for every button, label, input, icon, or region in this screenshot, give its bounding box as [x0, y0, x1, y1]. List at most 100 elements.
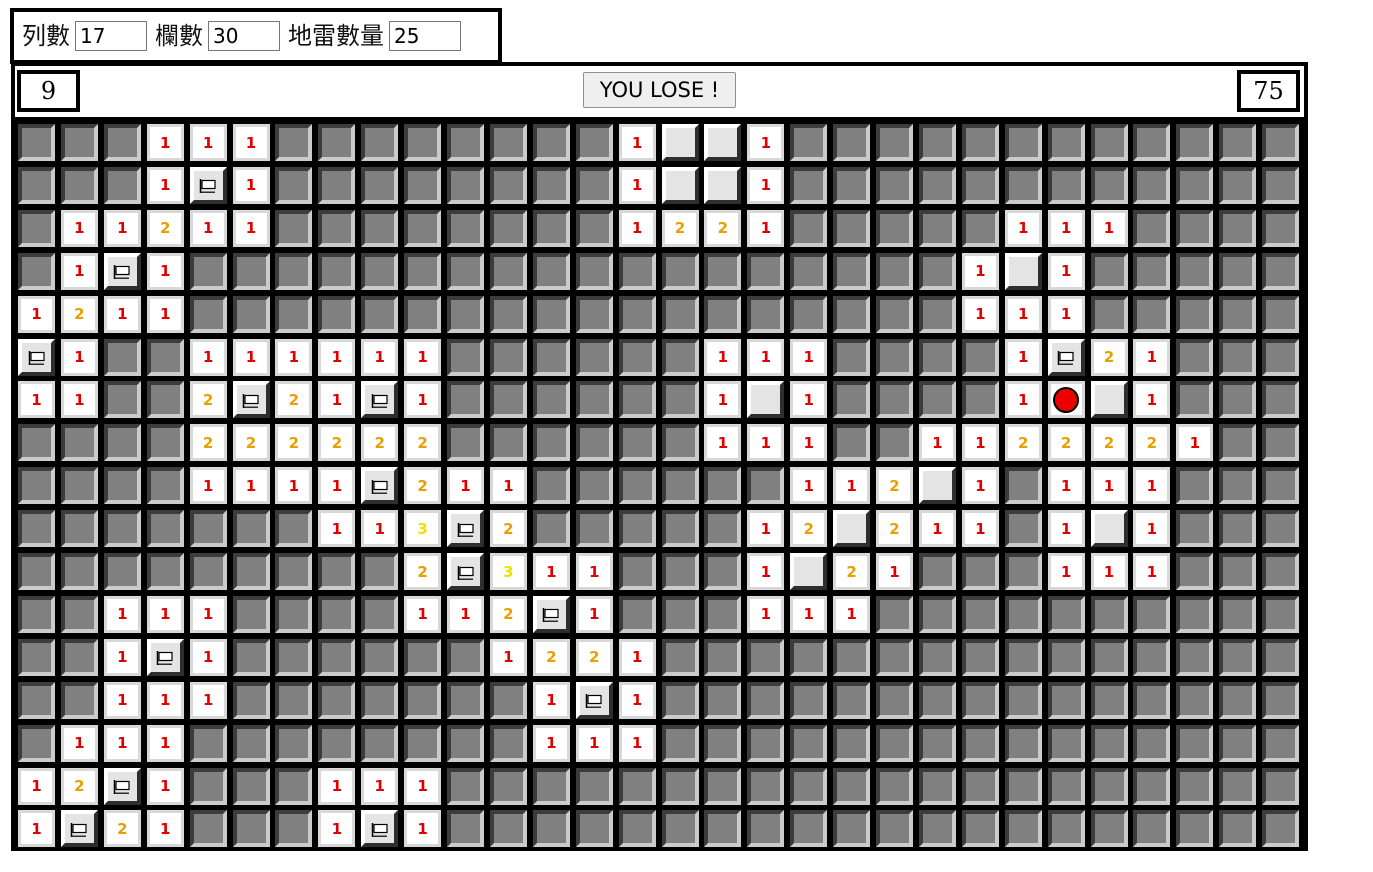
number-cell[interactable]: 2 [146, 209, 184, 247]
hidden-cell[interactable] [146, 338, 184, 376]
number-cell[interactable]: 2 [704, 209, 742, 247]
hidden-cell[interactable] [60, 510, 98, 548]
hidden-cell[interactable] [1004, 467, 1042, 505]
number-cell[interactable]: 2 [1090, 338, 1128, 376]
hidden-cell[interactable] [661, 467, 699, 505]
hidden-cell[interactable] [1262, 810, 1300, 848]
hidden-cell[interactable] [1004, 595, 1042, 633]
hidden-cell[interactable] [790, 295, 828, 333]
number-cell[interactable]: 1 [232, 209, 270, 247]
number-cell[interactable]: 2 [60, 767, 98, 805]
hidden-cell[interactable] [189, 553, 227, 590]
hidden-cell[interactable] [532, 810, 570, 848]
hidden-cell[interactable] [404, 124, 442, 161]
hidden-cell[interactable] [489, 767, 527, 805]
number-cell[interactable]: 1 [1176, 424, 1214, 462]
hidden-cell[interactable] [661, 553, 699, 590]
number-cell[interactable]: 1 [1133, 381, 1171, 419]
hidden-cell[interactable] [1262, 638, 1300, 676]
hidden-cell[interactable] [704, 595, 742, 633]
hidden-cell[interactable] [103, 467, 141, 505]
flagged-cell[interactable] [1047, 338, 1085, 376]
number-cell[interactable]: 1 [232, 124, 270, 161]
hidden-cell[interactable] [1176, 724, 1214, 762]
number-cell[interactable]: 1 [618, 724, 656, 762]
number-cell[interactable]: 1 [60, 724, 98, 762]
number-cell[interactable]: 1 [618, 681, 656, 719]
number-cell[interactable]: 1 [961, 510, 999, 548]
hidden-cell[interactable] [232, 767, 270, 805]
hidden-cell[interactable] [876, 166, 913, 204]
hidden-cell[interactable] [918, 553, 956, 590]
hidden-cell[interactable] [318, 724, 356, 762]
number-cell[interactable]: 1 [189, 595, 227, 633]
hidden-cell[interactable] [833, 338, 871, 376]
number-cell[interactable]: 1 [1090, 209, 1128, 247]
hidden-cell[interactable] [833, 724, 871, 762]
hidden-cell[interactable] [189, 767, 227, 805]
hidden-cell[interactable] [532, 338, 570, 376]
hidden-cell[interactable] [404, 166, 442, 204]
flagged-cell[interactable] [103, 767, 141, 805]
hidden-cell[interactable] [661, 595, 699, 633]
number-cell[interactable]: 1 [1047, 209, 1085, 247]
hidden-cell[interactable] [275, 810, 313, 848]
number-cell[interactable]: 1 [318, 467, 356, 505]
hidden-cell[interactable] [876, 724, 913, 762]
number-cell[interactable]: 1 [146, 295, 184, 333]
hidden-cell[interactable] [1004, 510, 1042, 548]
number-cell[interactable]: 1 [747, 338, 785, 376]
hidden-cell[interactable] [961, 724, 999, 762]
hidden-cell[interactable] [747, 767, 785, 805]
hidden-cell[interactable] [1047, 638, 1085, 676]
hidden-cell[interactable] [1090, 295, 1128, 333]
hidden-cell[interactable] [876, 767, 913, 805]
number-cell[interactable]: 1 [790, 595, 828, 633]
hidden-cell[interactable] [1004, 810, 1042, 848]
hidden-cell[interactable] [1133, 295, 1171, 333]
hidden-cell[interactable] [318, 166, 356, 204]
hidden-cell[interactable] [1047, 810, 1085, 848]
hidden-cell[interactable] [833, 166, 871, 204]
hidden-cell[interactable] [361, 166, 399, 204]
number-cell[interactable]: 1 [618, 124, 656, 161]
hidden-cell[interactable] [833, 381, 871, 419]
hidden-cell[interactable] [575, 510, 613, 548]
hidden-cell[interactable] [1133, 810, 1171, 848]
hidden-cell[interactable] [489, 209, 527, 247]
revealed-empty-cell[interactable] [704, 124, 742, 161]
number-cell[interactable]: 2 [489, 510, 527, 548]
hidden-cell[interactable] [532, 510, 570, 548]
hidden-cell[interactable] [661, 424, 699, 462]
number-cell[interactable]: 1 [447, 595, 484, 633]
hidden-cell[interactable] [189, 295, 227, 333]
hidden-cell[interactable] [961, 209, 999, 247]
hidden-cell[interactable] [918, 338, 956, 376]
number-cell[interactable]: 1 [404, 595, 442, 633]
number-cell[interactable]: 1 [575, 553, 613, 590]
number-cell[interactable]: 2 [1004, 424, 1042, 462]
hidden-cell[interactable] [661, 510, 699, 548]
hidden-cell[interactable] [790, 166, 828, 204]
hidden-cell[interactable] [1219, 338, 1257, 376]
number-cell[interactable]: 1 [918, 510, 956, 548]
hidden-cell[interactable] [790, 638, 828, 676]
hidden-cell[interactable] [1219, 510, 1257, 548]
number-cell[interactable]: 1 [318, 767, 356, 805]
revealed-empty-cell[interactable] [661, 124, 699, 161]
hidden-cell[interactable] [447, 209, 484, 247]
hidden-cell[interactable] [447, 166, 484, 204]
number-cell[interactable]: 1 [532, 681, 570, 719]
hidden-cell[interactable] [1176, 295, 1214, 333]
number-cell[interactable]: 2 [833, 553, 871, 590]
hidden-cell[interactable] [747, 467, 785, 505]
number-cell[interactable]: 1 [318, 338, 356, 376]
hidden-cell[interactable] [961, 681, 999, 719]
hidden-cell[interactable] [618, 767, 656, 805]
number-cell[interactable]: 2 [876, 510, 913, 548]
number-cell[interactable]: 1 [361, 767, 399, 805]
hidden-cell[interactable] [318, 681, 356, 719]
hidden-cell[interactable] [361, 553, 399, 590]
number-cell[interactable]: 1 [961, 424, 999, 462]
hidden-cell[interactable] [1090, 638, 1128, 676]
